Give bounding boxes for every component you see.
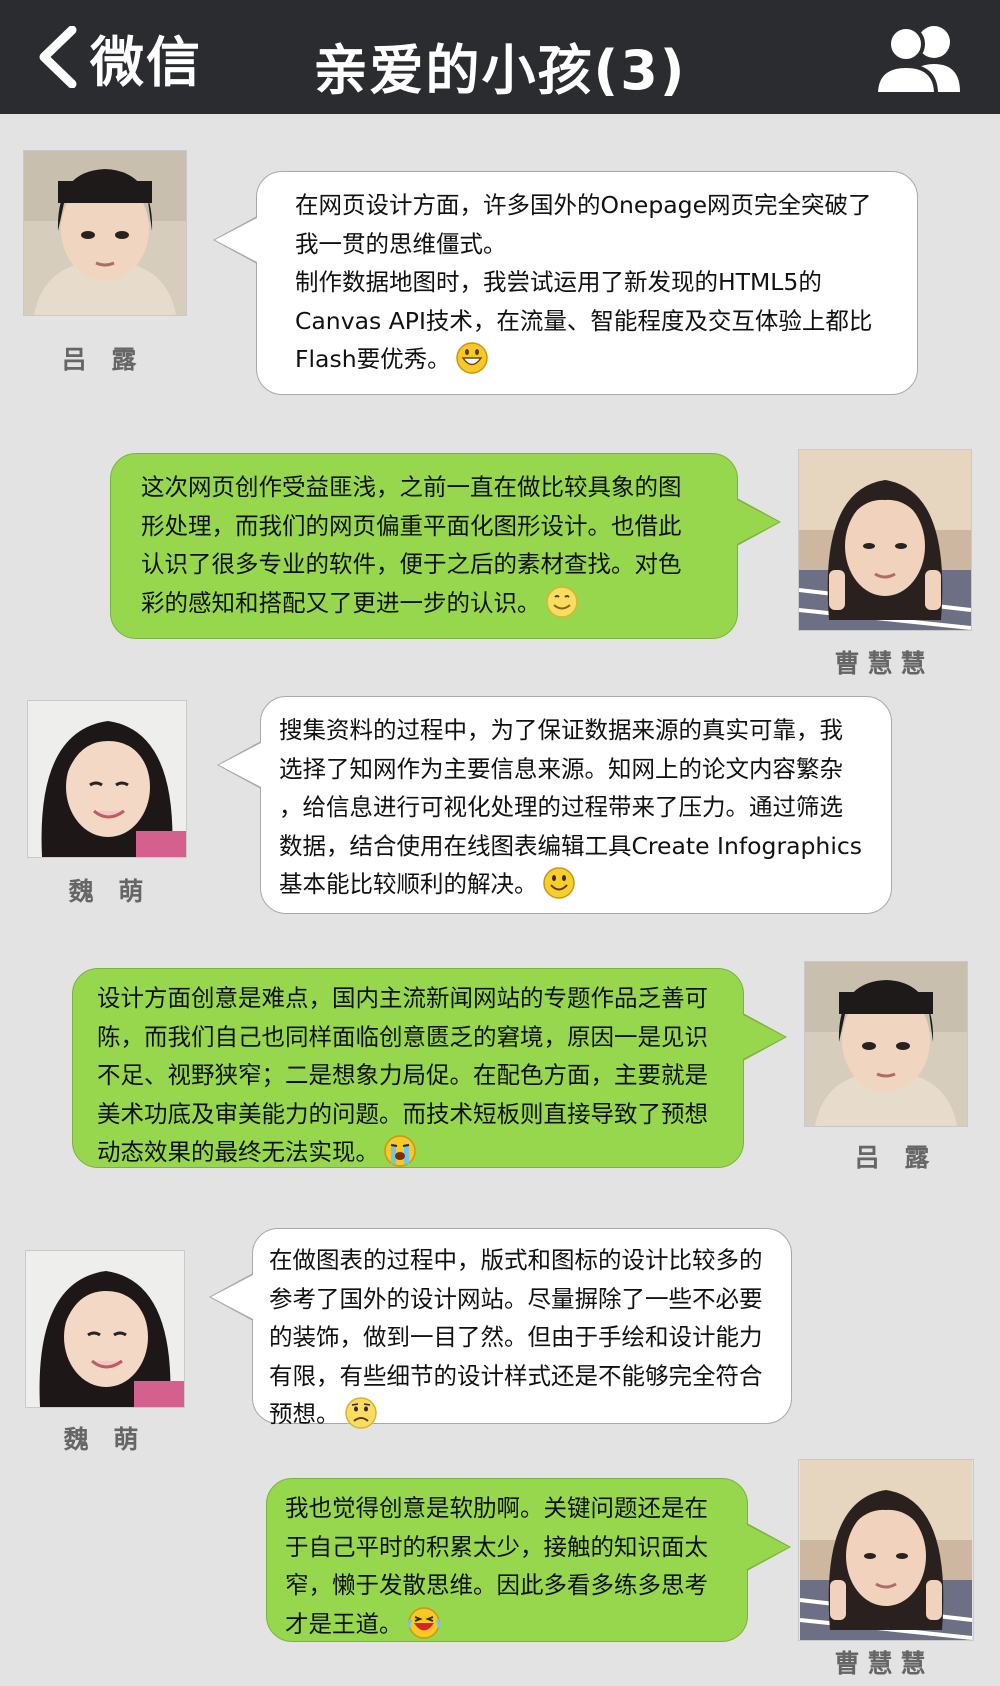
avatar[interactable] [25, 1250, 185, 1408]
sender-name: 吕 露 [61, 345, 145, 374]
navigation-bar: 微信 亲爱的小孩(3) [0, 0, 1000, 114]
avatar-photo-weimeng [26, 1251, 184, 1407]
group-members-button[interactable] [872, 18, 972, 96]
happy-emoji-icon [542, 866, 576, 900]
avatar[interactable] [804, 961, 968, 1127]
message-text: 这次网页创作受益匪浅，之前一直在做比较具象的图 形处理，而我们的网页偏重平面化图… [141, 473, 682, 617]
laughing-tears-emoji-icon [406, 1606, 441, 1640]
sender-name: 曹慧慧 [834, 649, 934, 678]
avatar[interactable] [27, 700, 187, 858]
message-bubble[interactable]: 设计方面创意是难点，国内主流新闻网站的专题作品乏善可 陈，而我们自己也同样面临创… [72, 968, 787, 1168]
sender-name: 吕 露 [854, 1143, 938, 1172]
sender-name: 魏 萌 [68, 877, 152, 906]
group-members-icon [873, 25, 960, 96]
avatar-photo-weimeng [28, 701, 186, 857]
sender-name: 魏 萌 [63, 1425, 147, 1454]
crying-emoji-icon [383, 1134, 417, 1168]
avatar-photo-lulu [805, 962, 967, 1126]
message-bubble[interactable]: 在网页设计方面，许多国外的Onepage网页完全突破了 我一贯的思维僵式。 制作… [213, 171, 918, 395]
smile-emoji-icon [545, 585, 579, 619]
sender-name: 曹慧慧 [834, 1649, 934, 1678]
avatar[interactable] [798, 1459, 974, 1641]
sad-emoji-icon [344, 1396, 378, 1430]
message-text: 我也觉得创意是软肋啊。关键问题还是在 于自己平时的积累太少，接触的知识面太 窄，… [285, 1494, 708, 1638]
chat-title: 亲爱的小孩(3) [313, 39, 687, 102]
message-bubble[interactable]: 在做图表的过程中，版式和图标的设计比较多的 参考了国外的设计网站。尽量摒除了一些… [209, 1228, 792, 1429]
message-bubble[interactable]: 这次网页创作受益匪浅，之前一直在做比较具象的图 形处理，而我们的网页偏重平面化图… [110, 453, 781, 639]
avatar[interactable] [23, 150, 187, 316]
message-text: 在网页设计方面，许多国外的Onepage网页完全突破了 我一贯的思维僵式。 制作… [295, 191, 873, 373]
grin-emoji-icon [455, 341, 489, 375]
message-bubble[interactable]: 搜集资料的过程中，为了保证数据来源的真实可靠，我 选择了知网作为主要信息来源。知… [217, 696, 892, 914]
avatar-photo-caohuihui [799, 450, 971, 630]
avatar[interactable] [798, 449, 972, 631]
avatar-photo-lulu [24, 151, 186, 315]
message-bubble[interactable]: 我也觉得创意是软肋啊。关键问题还是在 于自己平时的积累太少，接触的知识面太 窄，… [266, 1478, 791, 1642]
avatar-photo-caohuihui [799, 1460, 973, 1640]
